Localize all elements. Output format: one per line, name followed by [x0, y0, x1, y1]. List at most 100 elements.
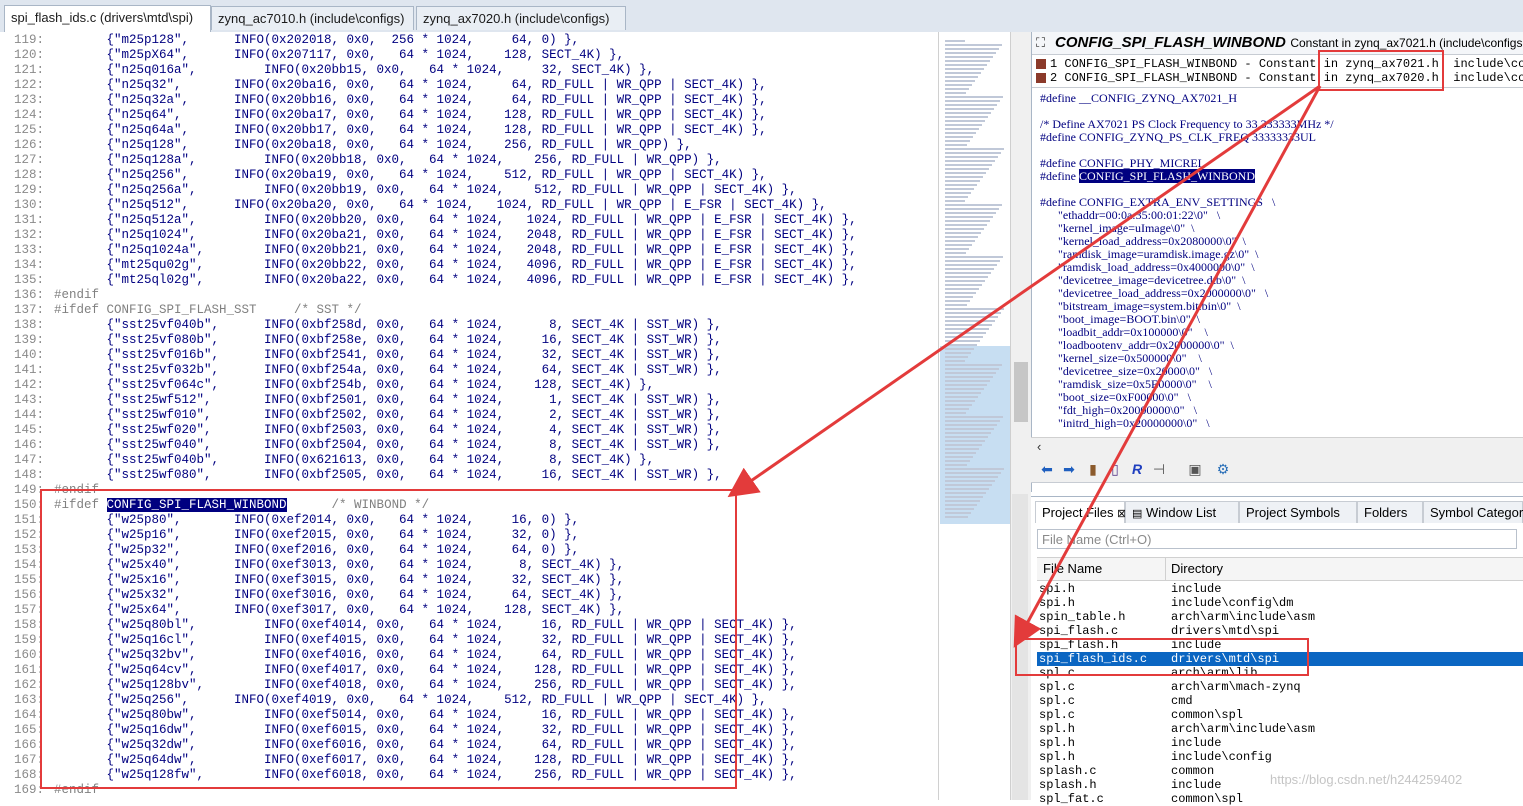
code-line[interactable]: 134: {"mt25qu02g", INFO(0x20bb22, 0x0, 6… [0, 258, 857, 273]
tab-spi-flash-ids[interactable]: spi_flash_ids.c (drivers\mtd\spi)⊠ [4, 5, 211, 49]
code-line[interactable]: 148: {"sst25wf080", INFO(0xbf2505, 0x0, … [0, 468, 722, 483]
tab-label: zynq_ax7020.h (include\configs) [423, 11, 610, 26]
line-number: 137: [13, 303, 44, 317]
file-row[interactable]: spi.h include\config\dm [1037, 596, 1523, 610]
scroll-left-icon[interactable]: ‹ [1037, 439, 1041, 454]
file-row[interactable]: spl.h arch\arm\include\asm [1037, 722, 1523, 736]
code-line[interactable]: 133: {"n25q1024a", INFO(0x20bb21, 0x0, 6… [0, 243, 857, 258]
code-line[interactable]: 121: {"n25q016a", INFO(0x20bb15, 0x0, 64… [0, 63, 654, 78]
minimap-line [945, 340, 980, 342]
forward-arrow-icon[interactable]: ➡ [1061, 461, 1077, 477]
code-line[interactable]: 124: {"n25q64", INFO(0x20ba17, 0x0, 64 *… [0, 108, 767, 123]
file-row[interactable]: spl_fat.c common\spl [1037, 792, 1523, 806]
line-number: 125: [13, 123, 44, 137]
definition-item-2[interactable]: 2 CONFIG_SPI_FLASH_WINBOND - Constant in… [1036, 71, 1523, 85]
code-line[interactable]: 140: {"sst25vf016b", INFO(0xbf2541, 0x0,… [0, 348, 722, 363]
line-number: 165: [13, 723, 44, 737]
book-icon[interactable]: ▯ [1107, 461, 1123, 477]
minimap-line [945, 40, 965, 42]
tab-symbol-categories[interactable]: Symbol Categor [1423, 501, 1523, 523]
code-line[interactable]: 137: #ifdef CONFIG_SPI_FLASH_SST /* SST *… [0, 303, 362, 318]
column-directory[interactable]: Directory [1171, 558, 1223, 580]
minimap-line [945, 336, 983, 338]
code-text: {"n25q64a", INFO(0x20bb17, 0x0, 64 * 102… [54, 123, 767, 137]
tab-zynq-ac7010[interactable]: zynq_ac7010.h (include\configs) [211, 6, 414, 30]
tab-project-files[interactable]: Project Files ⊠ [1035, 501, 1126, 523]
scrollbar-thumb[interactable] [1014, 362, 1028, 422]
code-line[interactable]: 130: {"n25q512", INFO(0x20ba20, 0x0, 64 … [0, 198, 827, 213]
minimap-line [945, 220, 990, 222]
code-line[interactable]: 129: {"n25q256a", INFO(0x20bb19, 0x0, 64… [0, 183, 797, 198]
gear-icon[interactable]: ⚙ [1215, 461, 1231, 477]
minimap-line [945, 176, 983, 178]
code-line[interactable]: 146: {"sst25wf040", INFO(0xbf2504, 0x0, … [0, 438, 722, 453]
code-line[interactable]: 122: {"n25q32", INFO(0x20ba16, 0x0, 64 *… [0, 78, 767, 93]
line-number: 145: [13, 423, 44, 437]
code-line[interactable]: 119: {"m25p128", INFO(0x202018, 0x0, 256… [0, 33, 579, 48]
code-line[interactable]: 144: {"sst25wf010", INFO(0xbf2502, 0x0, … [0, 408, 722, 423]
code-line[interactable]: 131: {"n25q512a", INFO(0x20bb20, 0x0, 64… [0, 213, 857, 228]
code-line[interactable]: 147: {"sst25wf040b", INFO(0x621613, 0x0,… [0, 453, 654, 468]
minimap-line [945, 100, 1000, 102]
reference-icon[interactable]: R [1129, 461, 1145, 477]
watermark: https://blog.csdn.net/h244259402 [1270, 772, 1463, 787]
code-line[interactable]: 142: {"sst25vf064c", INFO(0xbf254b, 0x0,… [0, 378, 654, 393]
column-file-name[interactable]: File Name [1043, 558, 1102, 580]
symbol-hscrollbar[interactable]: ‹ [1031, 437, 1523, 456]
selected-identifier[interactable]: CONFIG_SPI_FLASH_WINBOND [1078, 169, 1255, 183]
definition-number: 2 [1050, 71, 1058, 85]
code-line[interactable]: 132: {"n25q1024", INFO(0x20ba21, 0x0, 64… [0, 228, 857, 243]
file-name: splash.h [1039, 778, 1097, 792]
file-row[interactable]: spl.c cmd [1037, 694, 1523, 708]
code-line[interactable]: 145: {"sst25wf020", INFO(0xbf2503, 0x0, … [0, 423, 722, 438]
code-line[interactable]: 135: {"mt25ql02g", INFO(0x20ba22, 0x0, 6… [0, 273, 857, 288]
code-line[interactable]: 136: #endif [0, 288, 99, 303]
file-row[interactable]: spi_flash.c drivers\mtd\spi [1037, 624, 1523, 638]
code-text: #endif [54, 288, 100, 302]
tab-project-symbols[interactable]: Project Symbols [1239, 501, 1357, 523]
symbol-source-preview[interactable]: #define __CONFIG_ZYNQ_AX7021_H/* Define … [1032, 88, 1523, 460]
definition-list: 1 CONFIG_SPI_FLASH_WINBOND - Constant in… [1032, 55, 1523, 88]
tab-folders[interactable]: Folders [1357, 501, 1423, 523]
code-line[interactable]: 128: {"n25q256", INFO(0x20ba19, 0x0, 64 … [0, 168, 767, 183]
minimap-line [945, 464, 967, 466]
tab-label: zynq_ac7010.h (include\configs) [218, 11, 405, 26]
code-line[interactable]: 123: {"n25q32a", INFO(0x20bb16, 0x0, 64 … [0, 93, 767, 108]
code-minimap[interactable] [938, 32, 1011, 800]
code-line[interactable]: 139: {"sst25vf080b", INFO(0xbf258e, 0x0,… [0, 333, 722, 348]
file-row[interactable]: spl.c common\spl [1037, 708, 1523, 722]
minimap-line [945, 132, 976, 134]
file-name: spi.h [1039, 582, 1076, 596]
code-line[interactable]: 138: {"sst25vf040b", INFO(0xbf258d, 0x0,… [0, 318, 722, 333]
code-text: {"n25q128", INFO(0x20ba18, 0x0, 64 * 102… [54, 138, 692, 152]
jump-icon[interactable]: ▮ [1085, 461, 1101, 477]
minimap-line [945, 76, 978, 78]
definition-item-1[interactable]: 1 CONFIG_SPI_FLASH_WINBOND - Constant in… [1036, 57, 1523, 71]
file-row[interactable]: spi.h include [1037, 582, 1523, 596]
minimap-line [945, 212, 996, 214]
relation-icon[interactable]: ⊣ [1151, 461, 1167, 477]
file-name: splash.c [1039, 764, 1097, 778]
file-row[interactable]: spl.h include [1037, 736, 1523, 750]
minimap-line [945, 512, 971, 514]
tab-zynq-ax7020[interactable]: zynq_ax7020.h (include\configs) [416, 6, 626, 30]
minimap-line [945, 196, 968, 198]
back-arrow-icon[interactable]: ⬅ [1039, 461, 1055, 477]
lock-icon[interactable]: ▣ [1187, 461, 1203, 477]
code-line[interactable]: 125: {"n25q64a", INFO(0x20bb17, 0x0, 64 … [0, 123, 767, 138]
symbol-window: ⛶ CONFIG_SPI_FLASH_WINBOND Constant in zy… [1031, 32, 1523, 492]
code-text: #ifdef CONFIG_SPI_FLASH_SST /* SST */ [54, 303, 362, 317]
code-line[interactable]: 127: {"n25q128a", INFO(0x20bb18, 0x0, 64… [0, 153, 722, 168]
file-directory: common [1171, 764, 1215, 778]
code-line[interactable]: 143: {"sst25wf512", INFO(0xbf2501, 0x0, … [0, 393, 722, 408]
code-line[interactable]: 141: {"sst25vf032b", INFO(0xbf254a, 0x0,… [0, 363, 722, 378]
code-line[interactable]: 120: {"m25pX64", INFO(0x207117, 0x0, 64 … [0, 48, 624, 63]
file-row[interactable]: spl.c arch\arm\mach-zynq [1037, 680, 1523, 694]
line-number: 147: [13, 453, 44, 467]
minimap-line [945, 124, 982, 126]
file-name-filter-input[interactable]: File Name (Ctrl+O) [1037, 529, 1517, 549]
code-line[interactable]: 126: {"n25q128", INFO(0x20ba18, 0x0, 64 … [0, 138, 692, 153]
file-row[interactable]: spin_table.h arch\arm\include\asm [1037, 610, 1523, 624]
tab-window-list[interactable]: ▤ Window List [1125, 501, 1239, 523]
file-row[interactable]: spl.h include\config [1037, 750, 1523, 764]
